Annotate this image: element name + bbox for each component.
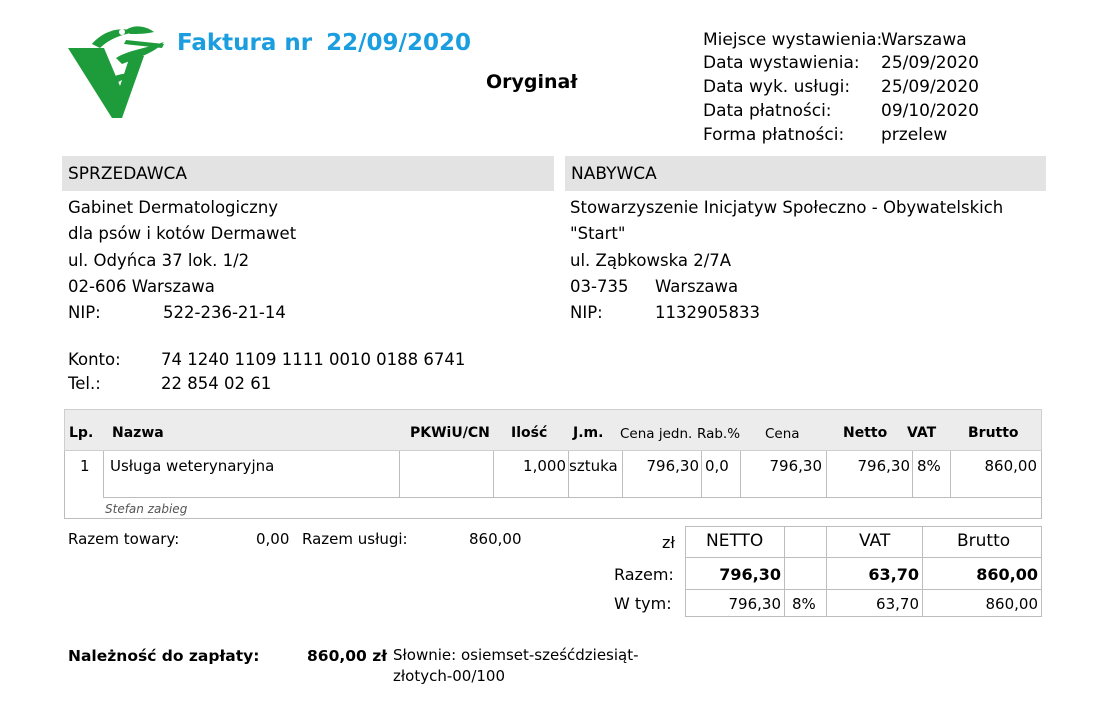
amount-in-words: Słownie: osiemset-sześćdziesiąt-złotych-…	[393, 646, 639, 685]
seller-name-line1: Gabinet Dermatologiczny	[68, 198, 279, 217]
row-note: Stefan zabieg	[105, 502, 188, 516]
meta-service-date-value: 25/09/2020	[881, 77, 979, 97]
buyer-postcode: 03-735	[570, 277, 629, 296]
seller-nip-value: 522-236-21-14	[163, 303, 286, 322]
row-qty: 1,000	[523, 457, 566, 475]
totals-vat: 63,70	[868, 565, 919, 584]
totals-net: 796,30	[719, 565, 781, 584]
breakdown-row-label: W tym:	[614, 594, 672, 613]
seller-account-label: Konto:	[68, 350, 121, 369]
totals-divider	[685, 589, 1042, 590]
col-vat: VAT	[907, 425, 937, 441]
table-divider	[912, 451, 913, 498]
seller-street: ul. Odyńca 37 lok. 1/2	[68, 251, 250, 270]
services-total-value: 860,00	[469, 530, 522, 548]
row-vat: 8%	[917, 457, 941, 475]
row-gross: 860,00	[984, 457, 1038, 475]
meta-payment-form-value: przelew	[881, 125, 948, 145]
totals-divider	[784, 526, 785, 617]
seller-name-line2: dla psów i kotów Dermawet	[68, 224, 297, 243]
table-border-left	[64, 451, 65, 519]
totals-gross: 860,00	[976, 565, 1038, 584]
row-unit: sztuka	[569, 457, 618, 475]
breakdown-rate: 8%	[792, 595, 816, 613]
meta-place-label: Miejsce wystawienia:	[703, 30, 883, 50]
row-unit-price: 796,30	[646, 457, 700, 475]
meta-issue-date-value: 25/09/2020	[881, 53, 979, 73]
totals-divider	[685, 616, 1042, 617]
totals-col-gross: Brutto	[957, 531, 1011, 551]
buyer-heading: NABYWCA	[571, 164, 657, 184]
seller-account-value: 74 1240 1109 1111 0010 0188 6741	[161, 350, 466, 369]
row-name: Usługa weterynaryjna	[110, 457, 275, 475]
goods-total-label: Razem towary:	[68, 530, 180, 548]
buyer-street: ul. Ząbkowska 2/7A	[570, 251, 732, 270]
row-price: 796,30	[769, 457, 823, 475]
buyer-nip-label: NIP:	[570, 303, 603, 322]
buyer-section-header: NABYWCA	[565, 156, 1046, 191]
table-divider	[103, 497, 1042, 498]
table-bottom-line	[64, 518, 1042, 519]
totals-row-label: Razem:	[614, 565, 674, 584]
col-lp: Lp.	[69, 425, 94, 441]
totals-col-vat: VAT	[859, 531, 891, 551]
table-divider	[103, 451, 104, 498]
col-unit-price: Cena jedn.	[620, 426, 693, 442]
buyer-name-line2: "Start"	[570, 224, 626, 243]
table-divider	[399, 451, 400, 498]
meta-due-date-label: Data płatności:	[703, 101, 832, 121]
meta-issue-date-label: Data wystawienia:	[703, 53, 860, 73]
copy-label: Oryginał	[486, 71, 578, 93]
col-pkwiu: PKWiU/CN	[410, 425, 490, 441]
totals-divider	[685, 526, 1042, 527]
col-net: Netto	[843, 425, 888, 441]
currency-label: zł	[662, 533, 675, 552]
meta-due-date-value: 09/10/2020	[881, 101, 979, 121]
seller-tel-value: 22 854 02 61	[161, 374, 272, 393]
breakdown-gross: 860,00	[985, 595, 1039, 613]
table-divider	[701, 451, 702, 498]
invoice-title-prefix: Faktura nr	[177, 30, 313, 56]
row-net: 796,30	[857, 457, 911, 475]
col-discount: Rab.%	[697, 426, 741, 442]
services-total-label: Razem usługi:	[302, 530, 408, 548]
veterinary-caduceus-logo	[64, 22, 168, 118]
amount-due-label: Należność do zapłaty:	[68, 647, 260, 665]
table-border-right	[1041, 451, 1042, 519]
items-table-header	[64, 409, 1042, 451]
amount-due-value: 860,00 zł	[307, 647, 387, 665]
seller-tel-label: Tel.:	[68, 374, 101, 393]
col-name: Nazwa	[112, 425, 164, 441]
col-unit: J.m.	[573, 425, 604, 441]
goods-total-value: 0,00	[256, 530, 290, 548]
seller-nip-label: NIP:	[68, 303, 101, 322]
totals-col-net: NETTO	[706, 531, 764, 551]
totals-divider	[685, 557, 1042, 558]
seller-section-header: SPRZEDAWCA	[62, 156, 554, 191]
row-lp: 1	[80, 457, 90, 475]
buyer-nip-value: 1132905833	[655, 303, 760, 322]
row-discount: 0,0	[705, 457, 729, 475]
seller-heading: SPRZEDAWCA	[68, 164, 188, 184]
meta-place-value: Warszawa	[881, 30, 967, 50]
col-qty: Ilość	[511, 425, 548, 441]
totals-divider	[1041, 526, 1042, 617]
breakdown-net: 796,30	[728, 595, 782, 613]
breakdown-vat: 63,70	[876, 595, 919, 613]
buyer-city: Warszawa	[655, 277, 739, 296]
meta-service-date-label: Data wyk. usługi:	[703, 77, 851, 97]
invoice-title: Faktura nr 22/09/2020	[177, 30, 471, 56]
seller-city: 02-606 Warszawa	[68, 277, 215, 296]
invoice-number: 22/09/2020	[326, 30, 471, 56]
col-gross: Brutto	[968, 425, 1019, 441]
col-price: Cena	[765, 426, 800, 442]
meta-payment-form-label: Forma płatności:	[703, 125, 845, 145]
buyer-name-line1: Stowarzyszenie Inicjatyw Społeczno - Oby…	[570, 198, 1004, 217]
